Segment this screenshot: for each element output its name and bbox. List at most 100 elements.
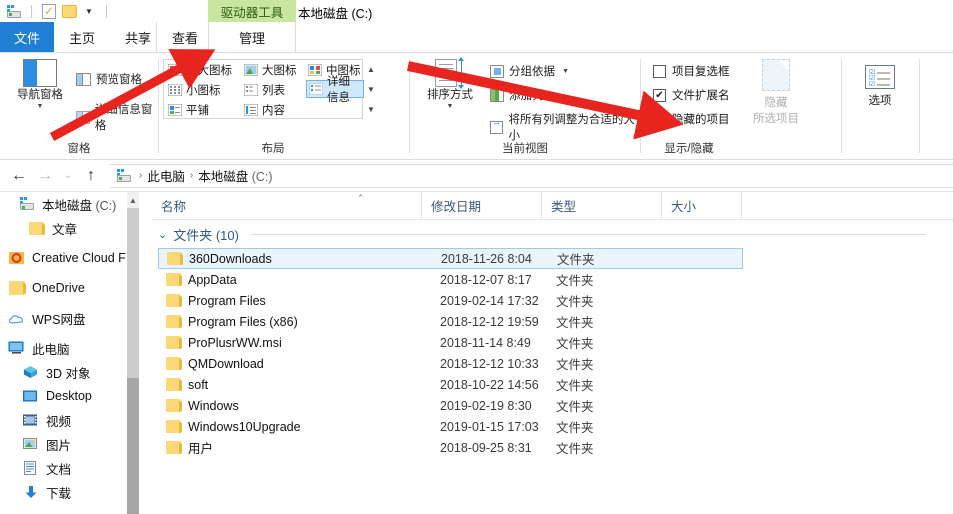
column-header-date-modified[interactable]: 修改日期 [422, 192, 542, 219]
file-type-cell: 文件夹 [556, 375, 594, 394]
gallery-expand-icon[interactable]: ▼ [367, 105, 375, 114]
view-option-extra-large-icons[interactable]: 超大图标 [166, 61, 240, 79]
gallery-scroll-controls[interactable]: ▲ ▼ ▼ [364, 59, 378, 119]
large-icons-icon [244, 64, 258, 76]
table-row[interactable]: soft 2018-10-22 14:56 文件夹 [158, 374, 948, 395]
file-name-cell: Program Files [166, 294, 266, 308]
table-row[interactable]: Windows10Upgrade 2019-01-15 17:03 文件夹 [158, 416, 948, 437]
size-all-columns-button[interactable]: 将所有列调整为合适的大小 [490, 111, 640, 143]
properties-icon[interactable] [39, 2, 59, 21]
sort-by-icon [435, 59, 465, 87]
item-checkboxes-row[interactable]: 项目复选框 [653, 63, 730, 79]
extra-large-icons-icon [168, 64, 182, 76]
sidebar-item-videos[interactable]: 视频 [0, 408, 139, 432]
sidebar-item-pictures[interactable]: 图片 [0, 432, 139, 456]
breadcrumb-separator-2[interactable]: › [190, 170, 193, 181]
file-name-cell: Windows10Upgrade [166, 420, 301, 434]
sidebar-item-local-disk[interactable]: 本地磁盘 (C:) [0, 192, 139, 216]
chevron-down-icon: ▼ [85, 7, 93, 16]
gallery-scroll-up-icon[interactable]: ▲ [367, 65, 375, 74]
view-option-small-icons[interactable]: 小图标 [166, 81, 240, 99]
navigation-pane-icon [23, 59, 57, 87]
breadcrumb[interactable]: › 此电脑 › 本地磁盘 (C:) [110, 164, 953, 188]
table-row[interactable]: AppData 2018-12-07 8:17 文件夹 [158, 269, 948, 290]
hidden-items-row[interactable]: 隐藏的项目 [653, 111, 730, 127]
tab-view[interactable]: 查看 [156, 22, 214, 52]
view-option-details[interactable]: 详细信息 [306, 80, 364, 98]
details-pane-button[interactable]: 详细信息窗格 [76, 101, 158, 133]
file-name-label: Program Files [188, 294, 266, 308]
column-header-name[interactable]: 名称 ⌃ [152, 192, 422, 219]
sidebar-scrollbar[interactable]: ▲ [127, 192, 139, 514]
preview-pane-button[interactable]: 预览窗格 [76, 71, 142, 87]
sidebar-item-3d-objects[interactable]: 3D 对象 [0, 360, 139, 384]
view-option-content[interactable]: 内容 [242, 101, 304, 119]
column-header-row: 名称 ⌃ 修改日期 类型 大小 [152, 192, 953, 220]
view-option-list[interactable]: 列表 [242, 81, 304, 99]
file-explorer-window: ▼ 驱动器工具 本地磁盘 (C:) 文件 主页 共享 查看 管理 导航窗格 ▼ … [0, 0, 953, 514]
file-name-extensions-checkbox[interactable]: ✔ [653, 89, 666, 102]
forward-button[interactable]: → [32, 163, 58, 189]
options-button[interactable]: ☑ ☑ ☑ 选项 [848, 65, 912, 108]
qat-separator-2 [106, 5, 107, 18]
sidebar-item-label: 下载 [46, 483, 71, 502]
view-option-tiles[interactable]: 平铺 [166, 101, 240, 119]
table-row[interactable]: QMDownload 2018-12-12 10:33 文件夹 [158, 353, 948, 374]
sidebar-item-downloads[interactable]: 下载 [0, 480, 139, 504]
sidebar-item-wps-cloud[interactable]: WPS网盘 [0, 306, 139, 330]
sidebar-scroll-track[interactable] [127, 378, 139, 514]
sidebar-item-documents[interactable]: 文档 [0, 456, 139, 480]
recent-locations-button[interactable]: ⌄ [58, 163, 78, 189]
up-button[interactable]: ↑ [78, 163, 104, 189]
group-by-button[interactable]: 分组依据 ▼ [490, 63, 569, 79]
sidebar-item-this-pc[interactable]: 此电脑 [0, 336, 139, 360]
file-type-cell: 文件夹 [556, 333, 594, 352]
hidden-items-checkbox[interactable] [653, 113, 666, 126]
scroll-up-icon[interactable]: ▲ [127, 192, 139, 208]
file-type-cell: 文件夹 [556, 270, 594, 289]
add-columns-button[interactable]: 添加列 ▼ [490, 87, 557, 103]
sort-by-button[interactable]: 排序方式 ▼ [418, 59, 482, 110]
file-type-cell: 文件夹 [556, 417, 594, 436]
sidebar-item-wenzhang[interactable]: 文章 [0, 216, 139, 240]
item-checkboxes-label: 项目复选框 [672, 63, 730, 79]
tab-file[interactable]: 文件 [0, 22, 54, 52]
file-name-extensions-row[interactable]: ✔ 文件扩展名 [653, 87, 730, 103]
navigation-pane: 本地磁盘 (C:) 文章 Creative Cloud F OneDrive W… [0, 192, 139, 514]
tab-home[interactable]: 主页 [54, 22, 110, 52]
column-header-size[interactable]: 大小 [662, 192, 742, 219]
sidebar-scroll-thumb[interactable] [127, 208, 139, 378]
table-row[interactable]: 360Downloads 2018-11-26 8:04 文件夹 [158, 248, 743, 269]
table-row[interactable]: Program Files 2019-02-14 17:32 文件夹 [158, 290, 948, 311]
navigation-pane-button[interactable]: 导航窗格 ▼ [8, 59, 72, 110]
customize-qat-icon[interactable]: ▼ [79, 2, 99, 21]
table-row[interactable]: ProPlusrWW.msi 2018-11-14 8:49 文件夹 [158, 332, 948, 353]
column-header-type[interactable]: 类型 [542, 192, 662, 219]
breadcrumb-separator[interactable]: › [139, 170, 142, 181]
chevron-down-icon[interactable]: ⌄ [158, 228, 167, 241]
file-date-cell: 2019-01-15 17:03 [440, 420, 539, 434]
back-button[interactable]: ← [6, 163, 32, 189]
tiles-icon [168, 104, 182, 116]
file-type-cell: 文件夹 [556, 438, 594, 457]
breadcrumb-this-pc[interactable]: 此电脑 [147, 166, 185, 185]
ribbon-group-current-view: 排序方式 ▼ 分组依据 ▼ 添加列 ▼ 将所有列调整为合适的大小 当前视图 [410, 53, 640, 159]
tab-manage[interactable]: 管理 [208, 22, 296, 52]
column-header-type-label: 类型 [551, 196, 576, 215]
sidebar-item-desktop[interactable]: Desktop [0, 384, 139, 408]
view-layout-gallery[interactable]: 超大图标 大图标 中图标 小图标 列表 [163, 59, 363, 119]
folder-icon [166, 273, 181, 286]
gallery-scroll-down-icon[interactable]: ▼ [367, 85, 375, 94]
item-checkboxes-checkbox[interactable] [653, 65, 666, 78]
table-row[interactable]: Program Files (x86) 2018-12-12 19:59 文件夹 [158, 311, 948, 332]
sidebar-item-creative-cloud-files[interactable]: Creative Cloud F [0, 246, 139, 270]
drive-properties-icon[interactable] [4, 2, 24, 21]
table-row[interactable]: Windows 2019-02-19 8:30 文件夹 [158, 395, 948, 416]
table-row[interactable]: 用户 2018-09-25 8:31 文件夹 [158, 437, 948, 458]
new-folder-icon[interactable] [59, 2, 79, 21]
sidebar-item-label: 此电脑 [32, 339, 70, 358]
breadcrumb-local-disk[interactable]: 本地磁盘 (C:) [198, 166, 272, 185]
group-header-folders[interactable]: ⌄ 文件夹 (10) [158, 222, 938, 246]
view-option-large-icons[interactable]: 大图标 [242, 61, 304, 79]
sidebar-item-onedrive[interactable]: OneDrive [0, 276, 139, 300]
